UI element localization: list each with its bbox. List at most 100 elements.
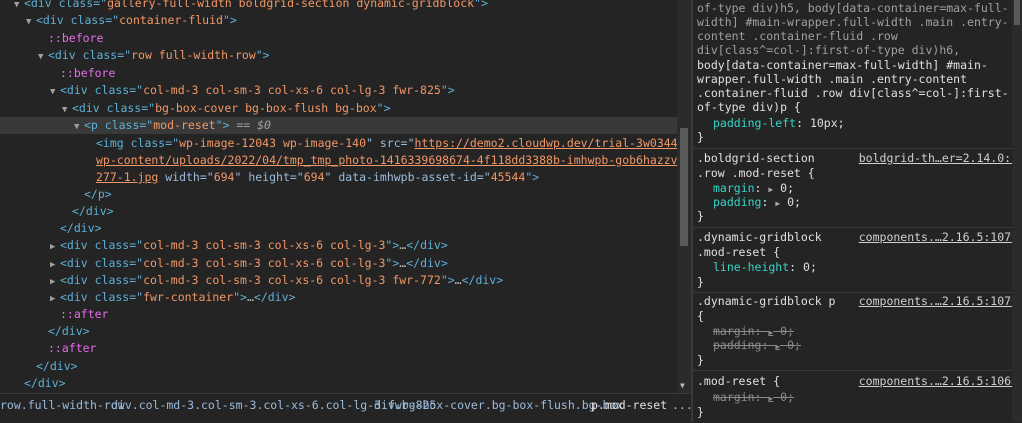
dom-node-img[interactable]: <img class="wp-image-12043 wp-image-140"… xyxy=(96,135,677,152)
dom-close-div[interactable]: </div> xyxy=(48,323,90,340)
collapse-triangle-icon[interactable]: ▼ xyxy=(50,84,60,101)
rule-separator xyxy=(693,148,1022,149)
styles-scrollbar[interactable] xyxy=(1012,0,1022,422)
css-value[interactable]: 0 xyxy=(787,338,794,352)
tag-end: </div> xyxy=(461,273,504,287)
tag-open: <img class=" xyxy=(96,136,180,150)
css-property[interactable]: padding xyxy=(713,195,761,209)
css-value[interactable]: 10px xyxy=(810,116,838,130)
ellipsis[interactable]: … xyxy=(247,290,254,304)
css-declaration[interactable]: padding-left: 10px; xyxy=(713,115,845,132)
class-value: bg-box-cover bg-box-flush bg-box xyxy=(155,101,377,115)
rule-selector: .dynamic-gridblock p xyxy=(697,294,836,308)
collapse-triangle-icon[interactable]: ▼ xyxy=(26,14,36,31)
tag-close: </div> xyxy=(60,221,102,235)
breadcrumb-item[interactable]: row.full-width-row xyxy=(0,394,125,416)
tag-end: </div> xyxy=(406,256,448,270)
dom-node-col-772[interactable]: ▶ <div class="col-md-3 col-sm-3 col-xs-6 … xyxy=(50,272,503,289)
asset-id-value: 45544 xyxy=(490,170,526,184)
css-property[interactable]: margin xyxy=(713,181,755,195)
source-link[interactable]: boldgrid-th…er=2.14.0:1 xyxy=(859,150,1018,167)
dom-node-col-collapsed[interactable]: ▶ <div class="col-md-3 col-sm-3 col-xs-6 … xyxy=(50,237,448,254)
dom-close-p[interactable]: </p> xyxy=(84,186,112,203)
dom-close-div[interactable]: </div> xyxy=(72,203,114,220)
dom-node-col-825[interactable]: ▼ <div class="col-md-3 col-sm-3 col-xs-6 … xyxy=(50,82,455,99)
css-property[interactable]: margin xyxy=(713,324,755,338)
css-declaration-overridden[interactable]: margin: ▶ 0; xyxy=(713,389,794,407)
breadcrumb-item-active[interactable]: p.mod-reset xyxy=(591,394,667,416)
css-value[interactable]: 0 xyxy=(780,324,787,338)
class-value: row full-width-row xyxy=(131,48,256,62)
rule-open-brace: { xyxy=(697,309,704,323)
tag-open: <div class=" xyxy=(60,238,144,252)
tag-open: <div class=" xyxy=(60,273,144,287)
rule-selector: .mod-reset { xyxy=(697,374,781,388)
css-declaration[interactable]: line-height: 0; xyxy=(713,259,817,276)
dom-node-row[interactable]: ▼ <div class="row full-width-row"> xyxy=(38,47,270,64)
tag-open: <p class=" xyxy=(84,118,154,132)
src-attr: " src=" xyxy=(366,136,415,150)
src-link[interactable]: 277-1.jpg xyxy=(96,170,158,184)
dom-node-fwr-container[interactable]: ▶ <div class="fwr-container">…</div> xyxy=(50,289,295,306)
dom-pseudo-before[interactable]: ::before xyxy=(48,30,103,47)
ellipsis[interactable]: … xyxy=(455,273,462,287)
dom-node-container-fluid[interactable]: ▼ <div class="container-fluid"> xyxy=(26,12,237,29)
css-property[interactable]: margin xyxy=(713,390,755,404)
pseudo-element: ::after xyxy=(60,307,109,321)
expand-shorthand-icon[interactable]: ▶ xyxy=(775,342,780,351)
dom-close-div[interactable]: </div> xyxy=(24,375,66,392)
dom-pseudo-before[interactable]: ::before xyxy=(60,65,115,82)
css-property[interactable]: padding xyxy=(713,338,761,352)
rule-separator xyxy=(693,227,1022,228)
expand-shorthand-icon[interactable]: ▶ xyxy=(768,394,773,403)
breadcrumb-item[interactable]: div.bg-box-cover.bg-box-flush.bg-box xyxy=(374,394,623,416)
dom-node-bg-box[interactable]: ▼ <div class="bg-box-cover bg-box-flush b… xyxy=(62,100,391,117)
css-value[interactable]: 0 xyxy=(780,390,787,404)
scroll-down-arrow-icon[interactable]: ▼ xyxy=(680,382,685,390)
css-property[interactable]: line-height xyxy=(713,260,789,274)
src-link[interactable]: wp-content/uploads/2022/04/tmp_tmp_photo… xyxy=(96,153,677,167)
expand-shorthand-icon[interactable]: ▶ xyxy=(768,328,773,337)
collapse-triangle-icon[interactable]: ▼ xyxy=(74,119,84,136)
class-value: container-fluid xyxy=(119,13,223,27)
rule-separator xyxy=(693,370,1022,371)
collapse-triangle-icon[interactable]: ▼ xyxy=(38,49,48,66)
tag-close: "> xyxy=(474,0,488,10)
css-value[interactable]: 0 xyxy=(787,195,794,209)
source-link[interactable]: components.…2.16.5:1070 xyxy=(859,293,1018,310)
source-link[interactable]: components.…2.16.5:1066 xyxy=(859,373,1018,390)
expand-triangle-icon[interactable]: ▶ xyxy=(50,291,60,308)
tag-close: "> xyxy=(255,48,270,62)
source-link[interactable]: components.…2.16.5:1079 xyxy=(859,229,1018,246)
tag-open: <div class=" xyxy=(60,83,144,97)
tag-close: "> xyxy=(440,83,455,97)
scrollbar-thumb[interactable] xyxy=(680,128,688,246)
css-property[interactable]: padding-left xyxy=(713,116,796,130)
elements-scrollbar[interactable]: ▼ xyxy=(677,0,691,393)
breadcrumb-more-button[interactable]: ... xyxy=(672,394,693,416)
tag-end: </div> xyxy=(253,290,296,304)
height-attr: " height=" xyxy=(234,170,304,184)
css-declaration[interactable]: padding: ▶ 0; xyxy=(713,194,801,212)
dom-node-col-collapsed[interactable]: ▶ <div class="col-md-3 col-sm-3 col-xs-6 … xyxy=(50,255,448,272)
scrollbar-thumb[interactable] xyxy=(1014,0,1020,25)
dom-node-p-mod-reset-selected[interactable]: ▼ <p class="mod-reset"> == $0 xyxy=(0,117,677,134)
width-value: 694 xyxy=(213,170,235,184)
dom-close-div[interactable]: </div> xyxy=(36,358,78,375)
tag-open: <div class=" xyxy=(24,0,108,10)
tag-open: <div class=" xyxy=(72,101,156,115)
dom-pseudo-after[interactable]: ::after xyxy=(60,306,108,323)
css-value[interactable]: 0 xyxy=(803,260,810,274)
tag-close: "> xyxy=(385,238,400,252)
dom-node-gallery[interactable]: ▼ <div class="gallery-full-width boldgrid… xyxy=(14,0,488,12)
css-declaration-overridden[interactable]: padding: ▶ 0; xyxy=(713,337,801,355)
class-value: col-md-3 col-sm-3 col-xs-6 col-lg-3 xyxy=(143,238,386,252)
dom-pseudo-after[interactable]: ::after xyxy=(48,340,96,357)
dom-close-div[interactable]: </div> xyxy=(60,220,102,237)
tag-close: "> xyxy=(233,290,247,304)
tag-close: "> xyxy=(222,13,237,27)
collapse-triangle-icon[interactable]: ▼ xyxy=(14,0,24,14)
rule-selector-match: of-type div)p { xyxy=(697,100,801,114)
src-link[interactable]: https://demo2.cloudwp.dev/trial-3w03440x… xyxy=(415,136,678,150)
expand-triangle-icon[interactable]: ▶ xyxy=(50,239,60,256)
